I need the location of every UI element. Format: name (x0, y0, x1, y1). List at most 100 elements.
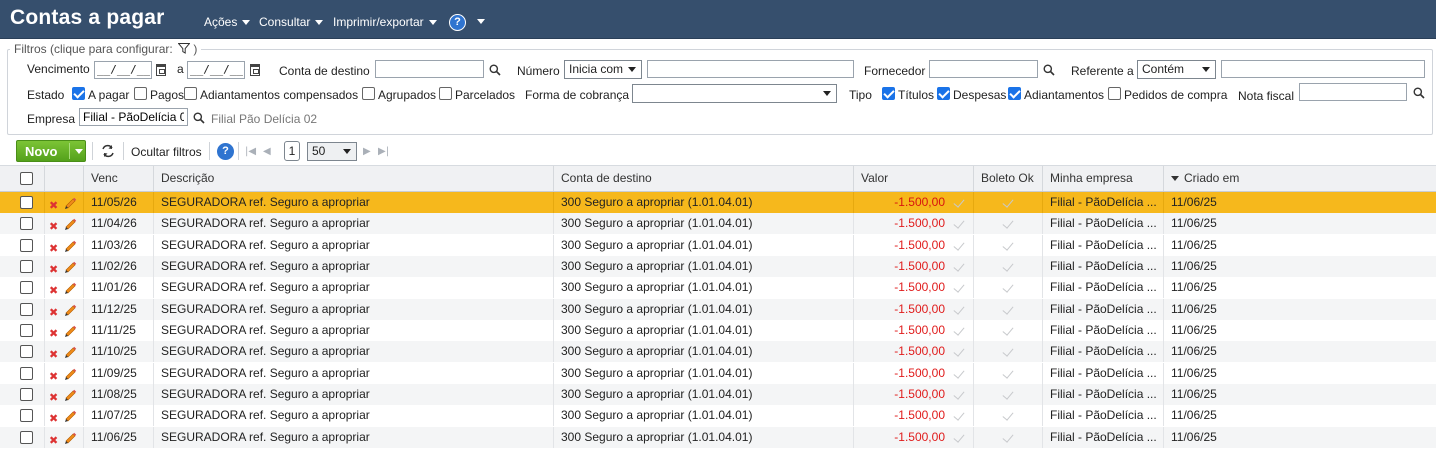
numero-operator-select[interactable]: Inicia com (564, 60, 642, 79)
column-header-conta-destino[interactable]: Conta de destino (554, 166, 854, 191)
close-icon[interactable]: ✖ (49, 259, 58, 277)
pencil-icon[interactable] (63, 238, 77, 252)
cell-minha-empresa: Filial - PãoDelícia ... (1043, 213, 1164, 234)
page-size-select[interactable]: 50 (307, 142, 357, 161)
referente-input[interactable] (1221, 60, 1425, 78)
empresa-input[interactable] (79, 108, 188, 126)
close-icon[interactable]: ✖ (49, 195, 58, 213)
column-header-boleto-ok[interactable]: Boleto Ok (974, 166, 1043, 191)
close-icon[interactable]: ✖ (49, 302, 58, 320)
nota-fiscal-input[interactable] (1299, 83, 1407, 101)
close-icon[interactable]: ✖ (49, 387, 58, 405)
tipo-adiantamentos-checkbox[interactable] (1008, 87, 1021, 100)
pencil-icon[interactable] (63, 344, 77, 358)
row-checkbox[interactable] (20, 239, 33, 252)
select-all-checkbox[interactable] (20, 172, 33, 185)
tipo-titulos-checkbox[interactable] (882, 87, 895, 100)
column-header-criado-em[interactable]: Criado em (1164, 166, 1436, 191)
row-checkbox[interactable] (20, 409, 33, 422)
table-row[interactable]: ✖ 11/11/25 SEGURADORA ref. Seguro a apropr… (0, 320, 1436, 341)
tipo-despesas-checkbox[interactable] (937, 87, 950, 100)
table-row[interactable]: ✖ 11/02/26 SEGURADORA ref. Seguro a apropr… (0, 256, 1436, 277)
first-page-icon[interactable]: |◀ (245, 146, 256, 157)
row-checkbox[interactable] (20, 260, 33, 273)
table-row[interactable]: ✖ 11/07/25 SEGURADORA ref. Seguro a apropr… (0, 405, 1436, 426)
menu-consultar[interactable]: Consultar (259, 15, 324, 29)
row-checkbox[interactable] (20, 281, 33, 294)
table-row[interactable]: ✖ 11/10/25 SEGURADORA ref. Seguro a apropr… (0, 341, 1436, 362)
numero-input[interactable] (647, 60, 854, 78)
chevron-down-icon[interactable] (75, 149, 83, 154)
estado-adiantamentos-compensados-checkbox[interactable] (184, 87, 197, 100)
search-icon[interactable] (489, 64, 501, 76)
referente-operator-select[interactable]: Contém (1137, 60, 1216, 79)
refresh-icon[interactable] (101, 144, 115, 158)
column-header-valor[interactable]: Valor (854, 166, 974, 191)
vencimento-to-input[interactable]: __/__/__ (187, 61, 245, 79)
page-number-input[interactable]: 1 (284, 141, 300, 161)
pencil-icon[interactable] (63, 408, 77, 422)
estado-agrupados-checkbox[interactable] (362, 87, 375, 100)
row-checkbox[interactable] (20, 324, 33, 337)
row-checkbox[interactable] (20, 367, 33, 380)
row-checkbox[interactable] (20, 217, 33, 230)
prev-page-icon[interactable]: ◀ (263, 146, 271, 157)
row-checkbox[interactable] (20, 431, 33, 444)
row-select-cell (0, 192, 45, 213)
menu-imprimir-exportar[interactable]: Imprimir/exportar (333, 15, 437, 29)
table-row[interactable]: ✖ 11/04/26 SEGURADORA ref. Seguro a apropr… (0, 213, 1436, 234)
estado-pagos-checkbox[interactable] (134, 87, 147, 100)
close-icon[interactable]: ✖ (49, 366, 58, 384)
close-icon[interactable]: ✖ (49, 344, 58, 362)
pencil-icon[interactable] (63, 259, 77, 273)
close-icon[interactable]: ✖ (49, 430, 58, 448)
fornecedor-input[interactable] (929, 60, 1038, 78)
toolbar-help-button[interactable]: ? (217, 143, 234, 160)
column-header-descricao[interactable]: Descrição (154, 166, 554, 191)
pencil-icon[interactable] (63, 323, 77, 337)
estado-a-pagar-checkbox[interactable] (72, 87, 85, 100)
table-row[interactable]: ✖ 11/03/26 SEGURADORA ref. Seguro a apropr… (0, 235, 1436, 256)
pencil-icon[interactable] (63, 195, 77, 209)
pencil-icon[interactable] (63, 280, 77, 294)
filters-legend[interactable]: Filtros (clique para configurar: ) (10, 42, 202, 56)
column-header-venc[interactable]: Venc (84, 166, 154, 191)
last-page-icon[interactable]: ▶| (378, 146, 389, 157)
pencil-icon[interactable] (63, 366, 77, 380)
close-icon[interactable]: ✖ (49, 216, 58, 234)
next-page-icon[interactable]: ▶ (363, 146, 371, 157)
table-row[interactable]: ✖ 11/06/25 SEGURADORA ref. Seguro a apropr… (0, 427, 1436, 448)
table-row[interactable]: ✖ 11/08/25 SEGURADORA ref. Seguro a apropr… (0, 384, 1436, 405)
close-icon[interactable]: ✖ (49, 408, 58, 426)
column-header-minha-empresa[interactable]: Minha empresa (1043, 166, 1164, 191)
calendar-icon[interactable] (250, 64, 260, 76)
menu-ajuda[interactable]: ? (449, 14, 485, 31)
pencil-icon[interactable] (63, 387, 77, 401)
table-row[interactable]: ✖ 11/05/26 SEGURADORA ref. Seguro a apropr… (0, 192, 1436, 213)
close-icon[interactable]: ✖ (49, 280, 58, 298)
row-checkbox[interactable] (20, 196, 33, 209)
row-checkbox[interactable] (20, 345, 33, 358)
table-row[interactable]: ✖ 11/09/25 SEGURADORA ref. Seguro a apropr… (0, 363, 1436, 384)
vencimento-from-input[interactable]: __/__/__ (94, 61, 152, 79)
row-checkbox[interactable] (20, 303, 33, 316)
tipo-pedidos-compra-checkbox[interactable] (1108, 87, 1121, 100)
search-icon[interactable] (193, 112, 205, 124)
table-row[interactable]: ✖ 11/12/25 SEGURADORA ref. Seguro a apropr… (0, 299, 1436, 320)
close-icon[interactable]: ✖ (49, 323, 58, 341)
search-icon[interactable] (1413, 87, 1425, 99)
novo-button[interactable]: Novo (16, 140, 86, 162)
search-icon[interactable] (1043, 64, 1055, 76)
calendar-icon[interactable] (156, 64, 166, 76)
pencil-icon[interactable] (63, 216, 77, 230)
table-row[interactable]: ✖ 11/01/26 SEGURADORA ref. Seguro a apropr… (0, 277, 1436, 298)
close-icon[interactable]: ✖ (49, 238, 58, 256)
ocultar-filtros-button[interactable]: Ocultar filtros (131, 145, 202, 159)
forma-cobranca-select[interactable] (632, 84, 837, 103)
pencil-icon[interactable] (63, 302, 77, 316)
conta-destino-input[interactable] (375, 60, 484, 78)
menu-acoes[interactable]: Ações (204, 15, 251, 29)
pencil-icon[interactable] (63, 430, 77, 444)
row-checkbox[interactable] (20, 388, 33, 401)
estado-parcelados-checkbox[interactable] (439, 87, 452, 100)
